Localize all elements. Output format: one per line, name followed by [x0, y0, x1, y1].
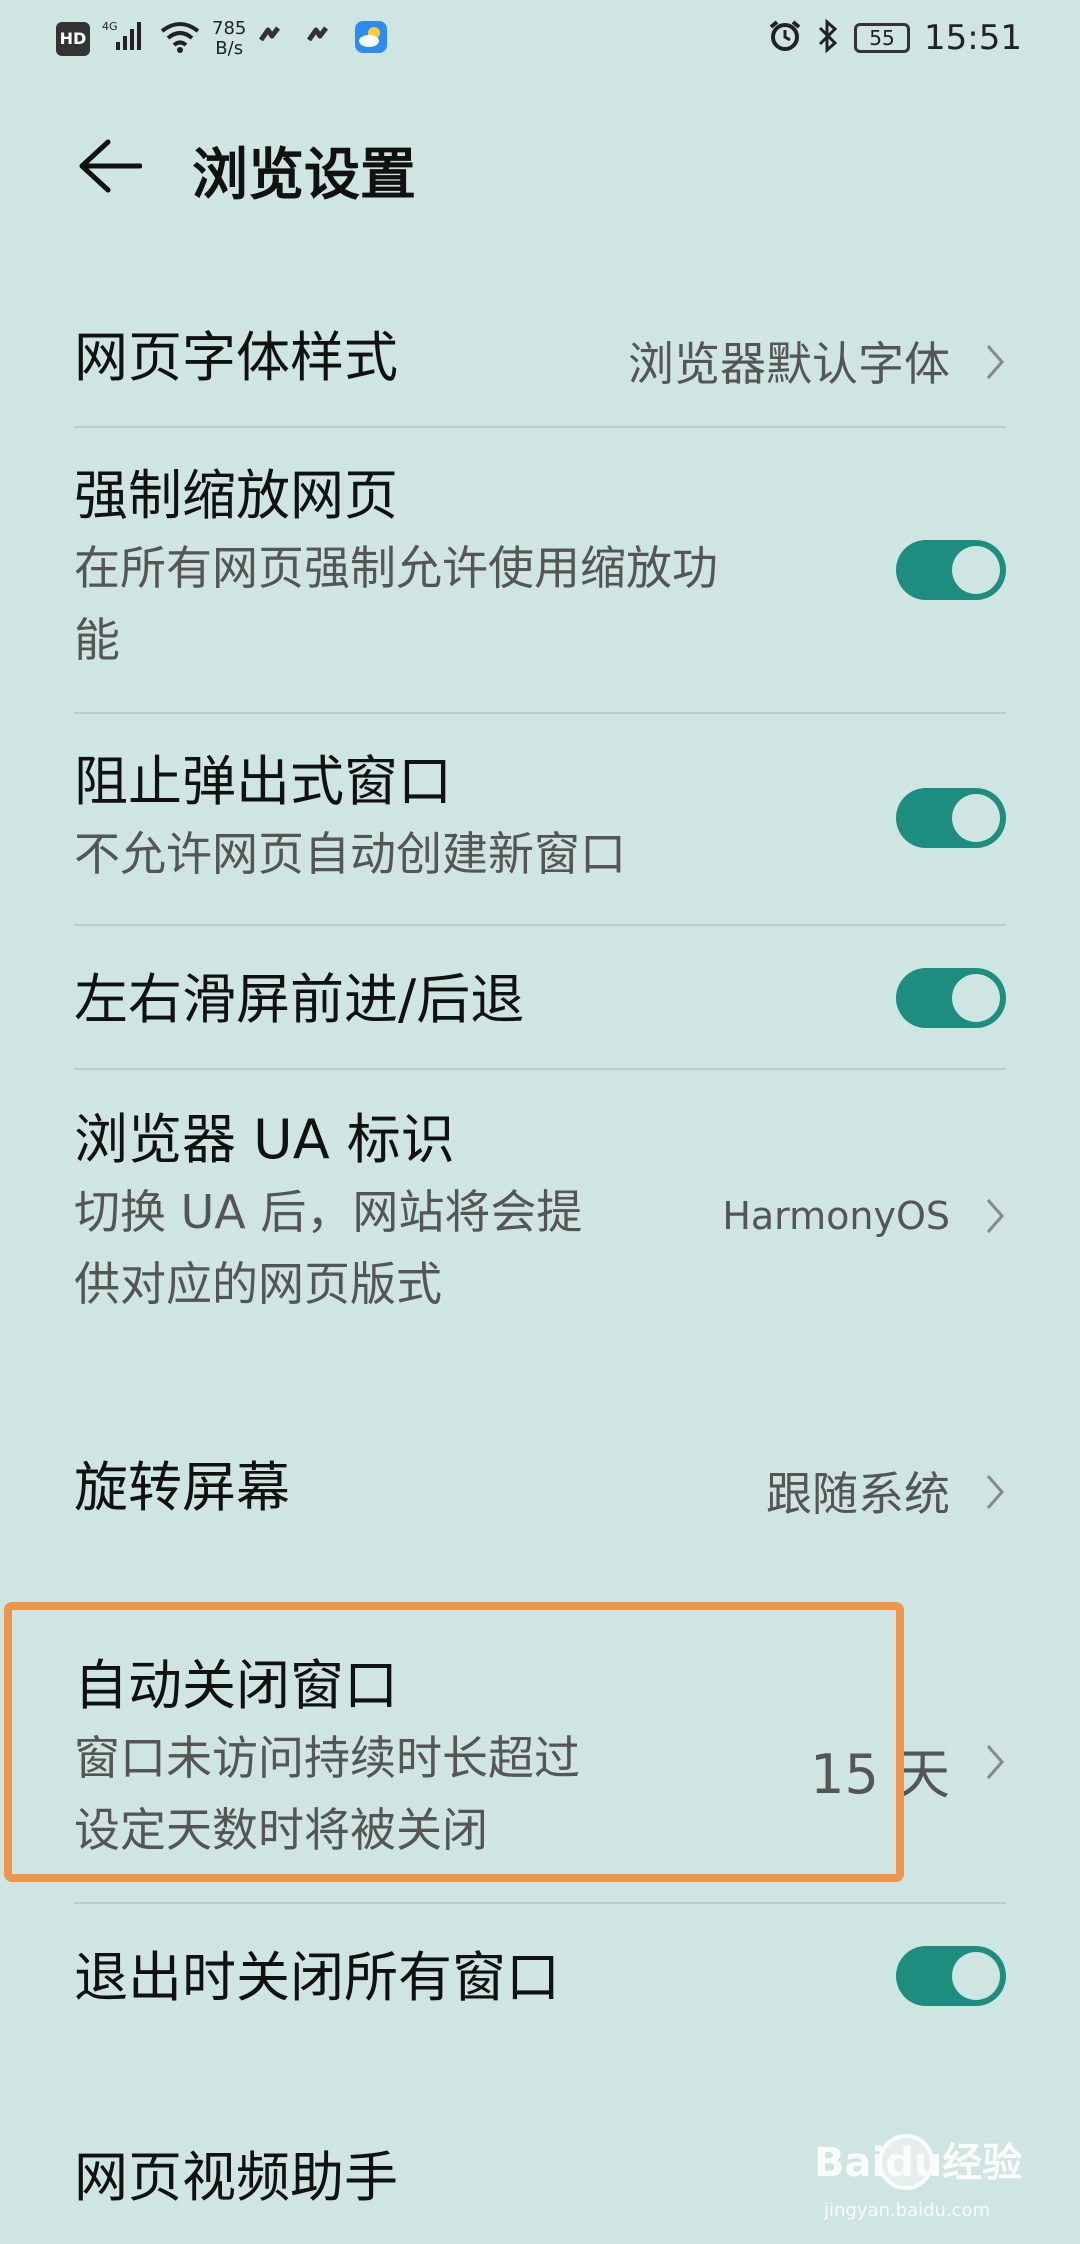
speed-value: 785 — [212, 17, 247, 39]
page-title: 浏览设置 — [192, 143, 416, 208]
setting-value: 浏览器默认字体 — [628, 337, 950, 391]
divider — [74, 712, 1006, 714]
divider — [74, 1902, 1006, 1904]
chevron-right-icon — [986, 1199, 1004, 1233]
weather-icon — [354, 20, 388, 58]
app-notification-icon — [258, 22, 294, 56]
setting-subtitle: 在所有网页强制允许使用缩放功 — [74, 541, 718, 595]
toggle-knob — [952, 1952, 1000, 2000]
chevron-right-icon — [986, 345, 1004, 379]
setting-title: 阻止弹出式窗口 — [74, 750, 452, 813]
network-type: 4G — [102, 20, 118, 33]
setting-title: 浏览器 UA 标识 — [74, 1108, 455, 1171]
highlight-box — [4, 1602, 904, 1882]
setting-subtitle: 供对应的网页版式 — [74, 1257, 442, 1311]
toggle-knob — [952, 546, 1000, 594]
chevron-right-icon — [986, 1475, 1004, 1509]
setting-font-style[interactable]: 网页字体样式 浏览器默认字体 — [74, 322, 1006, 402]
divider — [74, 924, 1006, 926]
network-speed: 785 B/s — [212, 17, 247, 59]
alarm-icon — [768, 19, 802, 57]
force-zoom-toggle[interactable] — [896, 540, 1006, 600]
block-popups-toggle[interactable] — [896, 788, 1006, 848]
status-right: 55 15:51 — [768, 18, 1022, 58]
setting-value: 跟随系统 — [766, 1467, 950, 1521]
setting-subtitle: 能 — [74, 613, 120, 667]
setting-force-zoom[interactable]: 强制缩放网页 在所有网页强制允许使用缩放功 能 — [74, 460, 1006, 680]
battery-icon: 55 — [854, 23, 911, 53]
setting-title: 退出时关闭所有窗口 — [74, 1946, 560, 2009]
watermark-url: jingyan.baidu.com — [823, 2200, 990, 2221]
chevron-right-icon — [986, 1745, 1004, 1779]
divider — [74, 1068, 1006, 1070]
divider — [74, 426, 1006, 428]
signal-icon: 4G — [102, 18, 148, 59]
setting-rotate-screen[interactable]: 旋转屏幕 跟随系统 — [74, 1452, 1006, 1532]
baidu-watermark: Baidu经验 jingyan.baidu.com — [814, 2114, 1024, 2224]
toggle-knob — [952, 974, 1000, 1022]
back-arrow-icon[interactable] — [78, 138, 143, 194]
swipe-navigation-toggle[interactable] — [896, 968, 1006, 1028]
toggle-knob — [952, 794, 1000, 842]
bluetooth-icon — [816, 18, 840, 57]
close-on-exit-toggle[interactable] — [896, 1946, 1006, 2006]
clock: 15:51 — [924, 18, 1022, 58]
setting-subtitle: 不允许网页自动创建新窗口 — [74, 827, 626, 881]
status-left: HD 4G 785 B/s — [56, 18, 388, 59]
hd-icon: HD — [56, 21, 90, 56]
setting-value: HarmonyOS — [722, 1194, 950, 1238]
setting-close-on-exit[interactable]: 退出时关闭所有窗口 — [74, 1942, 1006, 2022]
wifi-icon — [160, 21, 200, 57]
setting-title: 强制缩放网页 — [74, 464, 398, 527]
speed-unit: B/s — [215, 37, 244, 59]
setting-swipe-navigation[interactable]: 左右滑屏前进/后退 — [74, 964, 1006, 1044]
app-notification-icon — [306, 22, 342, 56]
setting-block-popups[interactable]: 阻止弹出式窗口 不允许网页自动创建新窗口 — [74, 746, 1006, 896]
setting-browser-ua[interactable]: 浏览器 UA 标识 切换 UA 后，网站将会提 供对应的网页版式 Harmony… — [74, 1104, 1006, 1324]
status-bar: HD 4G 785 B/s 55 15:51 — [0, 0, 1080, 80]
setting-title: 左右滑屏前进/后退 — [74, 968, 525, 1031]
watermark-brand: Baidu经验 — [814, 2140, 1022, 2186]
